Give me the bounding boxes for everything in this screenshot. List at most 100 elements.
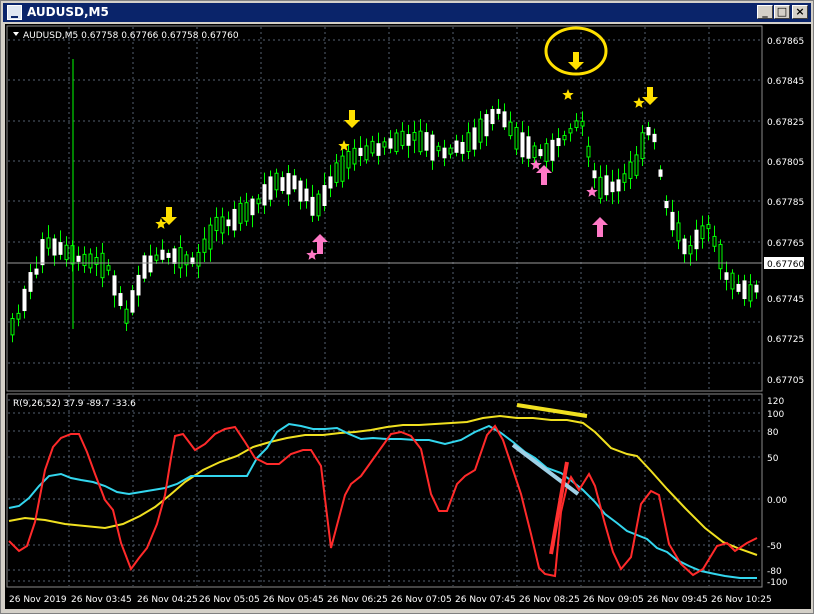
candle-body <box>532 145 537 159</box>
candle-body <box>448 147 453 155</box>
candle-body <box>154 254 159 261</box>
maximize-button[interactable]: □ <box>774 5 790 19</box>
price-tick: 0.67825 <box>767 118 804 128</box>
candle-body <box>718 243 723 270</box>
candle-body <box>478 118 483 143</box>
candle-body <box>304 188 309 202</box>
candle-body <box>346 151 351 169</box>
candle-body <box>10 318 15 336</box>
candle-body <box>748 284 753 302</box>
candle-body <box>358 147 363 156</box>
candle-body <box>118 293 123 306</box>
candle-body <box>502 111 507 128</box>
candle-body <box>640 132 645 160</box>
candle-body <box>586 145 591 158</box>
candle-body <box>334 162 339 183</box>
price-tick: 0.67705 <box>767 376 804 386</box>
candle-body <box>550 139 555 161</box>
candle-body <box>262 184 267 206</box>
close-button[interactable]: × <box>792 5 808 19</box>
candle-body <box>730 272 735 290</box>
price-tick: 0.67725 <box>767 335 804 345</box>
candle-body <box>508 121 513 137</box>
candle-body <box>340 155 345 182</box>
time-label: 26 Nov 07:45 <box>455 595 516 605</box>
window-title: AUDUSD,M5 <box>27 5 109 19</box>
time-axis: 26 Nov 2019 26 Nov 03:45 26 Nov 04:25 26… <box>9 595 772 605</box>
candle-body <box>46 237 51 249</box>
price-tick: 0.67805 <box>767 158 804 168</box>
candle-body <box>256 198 261 205</box>
level-tick: 100 <box>767 410 784 420</box>
candle-body <box>628 161 633 179</box>
candle-body <box>370 140 375 154</box>
candle-body <box>112 275 117 296</box>
candle-body <box>496 108 501 114</box>
candle-body <box>634 154 639 176</box>
candle-body <box>694 229 699 250</box>
candle-body <box>196 251 201 267</box>
candle-body <box>58 242 63 255</box>
price-tick: 0.67865 <box>767 37 804 47</box>
candle-body <box>286 173 291 195</box>
time-label: 26 Nov 07:05 <box>391 595 452 605</box>
candle-body <box>706 224 711 230</box>
candle-body <box>592 170 597 179</box>
level-tick: 120 <box>767 397 784 407</box>
time-label: 26 Nov 09:05 <box>583 595 644 605</box>
candle-body <box>250 198 255 216</box>
candle-body <box>460 141 465 154</box>
candle-body <box>238 202 243 224</box>
candle-body <box>544 143 549 162</box>
candle-body <box>220 216 225 234</box>
current-price-label: 0.67760 <box>767 260 804 270</box>
price-tick: 0.67785 <box>767 198 804 208</box>
candle-body <box>214 216 219 232</box>
candle-body <box>520 132 525 158</box>
candle-body <box>406 134 411 146</box>
candle-body <box>400 130 405 146</box>
time-label: 26 Nov 2019 <box>9 595 67 605</box>
candle-body <box>22 288 27 312</box>
candle-body <box>652 133 657 143</box>
candle-body <box>310 196 315 216</box>
candle-body <box>148 255 153 273</box>
candle-body <box>292 175 297 190</box>
candle-body <box>64 244 69 261</box>
candle-body <box>244 202 249 222</box>
candle-body <box>328 176 333 189</box>
candle-body <box>676 222 681 242</box>
candle-body <box>538 149 543 157</box>
candle-body <box>280 177 285 191</box>
candle-body <box>76 255 81 262</box>
candle-body <box>424 132 429 151</box>
candle-body <box>670 211 675 231</box>
candle-body <box>514 126 519 150</box>
chart-window-icon <box>7 5 22 20</box>
price-tick: 0.67765 <box>767 239 804 249</box>
candle-body <box>574 120 579 128</box>
candle-body <box>160 249 165 260</box>
candle-body <box>202 238 207 253</box>
minimize-button[interactable]: _ <box>757 5 773 19</box>
time-label: 26 Nov 10:25 <box>711 595 772 605</box>
price-tick: 0.67845 <box>767 77 804 87</box>
time-label: 26 Nov 09:45 <box>647 595 708 605</box>
time-label: 26 Nov 08:25 <box>519 595 580 605</box>
candle-body <box>454 140 459 153</box>
candle-body <box>562 135 567 141</box>
candle-body <box>598 176 603 199</box>
candle-body <box>82 253 87 267</box>
candle-body <box>580 120 585 127</box>
candle-body <box>700 225 705 240</box>
candle-body <box>376 143 381 156</box>
chart-area[interactable]: AUDUSD,M5 0.67758 0.67766 0.67758 0.6776… <box>5 24 811 609</box>
candle-body <box>682 238 687 255</box>
candle-body <box>100 252 105 279</box>
price-tick: 0.67745 <box>767 295 804 305</box>
title-bar[interactable]: AUDUSD,M5 _ □ × <box>3 3 811 22</box>
level-tick: 50 <box>767 454 779 464</box>
candle-body <box>484 114 489 137</box>
candle-body <box>712 235 717 247</box>
candle-body <box>490 109 495 125</box>
